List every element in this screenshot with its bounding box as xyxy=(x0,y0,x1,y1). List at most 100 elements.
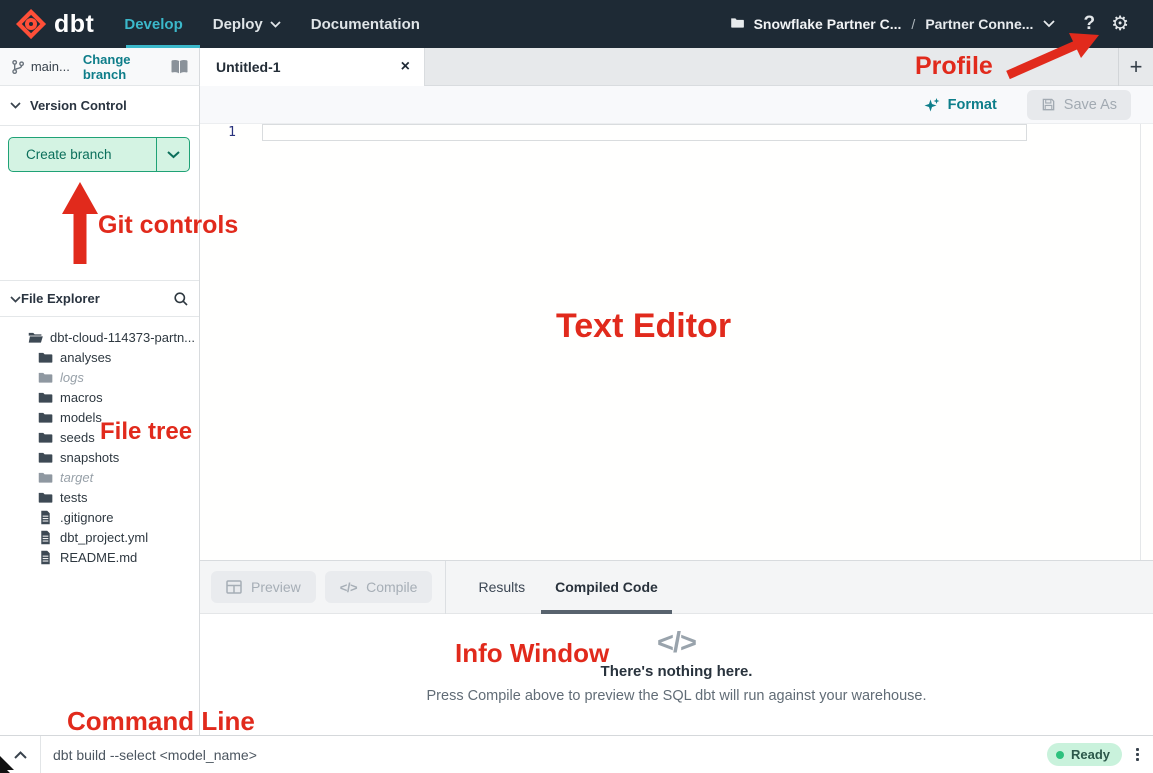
top-navbar: dbt Develop Deploy Documentation Snowfla… xyxy=(0,0,1153,48)
tree-item-snapshots[interactable]: snapshots xyxy=(0,447,199,467)
tree-item-target[interactable]: target xyxy=(0,467,199,487)
info-window: Preview </> Compile Results Compiled Cod… xyxy=(200,560,1153,735)
dbt-cloud-ide: dbt Develop Deploy Documentation Snowfla… xyxy=(0,0,1153,773)
folder-open-icon xyxy=(28,330,43,345)
folder-icon xyxy=(729,17,746,31)
folder-icon xyxy=(38,370,53,385)
tree-item--gitignore[interactable]: .gitignore xyxy=(0,507,199,527)
nav-develop[interactable]: Develop xyxy=(124,16,182,33)
tree-item-macros[interactable]: macros xyxy=(0,387,199,407)
gear-icon[interactable]: ⚙ xyxy=(1111,14,1129,34)
chevron-down-icon xyxy=(10,290,21,308)
chevron-up-icon xyxy=(14,751,27,759)
code-icon: </> xyxy=(340,580,357,595)
project-name[interactable]: Snowflake Partner C... xyxy=(754,16,902,32)
current-line-highlight xyxy=(262,124,1027,141)
tree-item-label: logs xyxy=(60,370,84,385)
tree-item-readme-md[interactable]: README.md xyxy=(0,547,199,567)
expand-command-bar-button[interactable] xyxy=(0,736,40,773)
preview-button[interactable]: Preview xyxy=(211,571,316,603)
empty-state-title: There's nothing here. xyxy=(200,663,1153,680)
environment-name[interactable]: Partner Conne... xyxy=(925,16,1033,32)
breadcrumb-separator: / xyxy=(911,16,915,32)
new-tab-button[interactable]: + xyxy=(1118,48,1153,86)
tree-item-label: target xyxy=(60,470,93,485)
tree-item-label: analyses xyxy=(60,350,111,365)
folder-icon xyxy=(38,410,53,425)
sparkle-icon xyxy=(924,97,940,113)
chevron-down-icon xyxy=(167,151,180,159)
format-button[interactable]: Format xyxy=(924,97,997,113)
dbt-logo-text: dbt xyxy=(54,10,94,39)
docs-book-icon[interactable] xyxy=(170,59,189,74)
tab-title: Untitled-1 xyxy=(216,59,281,75)
panel-header: Preview </> Compile Results Compiled Cod… xyxy=(200,560,1153,614)
search-icon[interactable] xyxy=(173,291,189,307)
folder-icon xyxy=(38,350,53,365)
nav-documentation[interactable]: Documentation xyxy=(311,16,420,33)
annotation-info-window: Info Window xyxy=(455,638,609,669)
file-explorer-header[interactable]: File Explorer xyxy=(0,280,199,317)
tree-item-label: README.md xyxy=(60,550,137,565)
folder-icon xyxy=(38,430,53,445)
save-icon xyxy=(1041,97,1056,112)
command-line-bar: Ready xyxy=(0,735,1153,773)
create-branch-dropdown[interactable] xyxy=(157,138,189,171)
help-icon[interactable]: ? xyxy=(1083,13,1095,35)
save-as-label: Save As xyxy=(1064,97,1117,113)
chevron-down-icon xyxy=(270,21,281,28)
preview-label: Preview xyxy=(251,579,301,595)
file-explorer-title: File Explorer xyxy=(21,291,100,306)
dbt-logo-icon xyxy=(14,8,48,40)
tree-item-logs[interactable]: logs xyxy=(0,367,199,387)
annotation-text-editor: Text Editor xyxy=(556,307,731,346)
file-icon xyxy=(38,510,53,525)
save-as-button[interactable]: Save As xyxy=(1027,90,1131,120)
close-tab-icon[interactable]: × xyxy=(401,58,410,76)
tree-item-dbt-cloud-114373-partn-[interactable]: dbt-cloud-114373-partn... xyxy=(0,327,199,347)
editor-tabbar: Untitled-1 × + xyxy=(200,48,1153,86)
status-label: Ready xyxy=(1071,747,1110,762)
navbar-right: Snowflake Partner C... / Partner Conne..… xyxy=(729,13,1153,35)
editor-toolbar: Format Save As xyxy=(200,86,1153,124)
git-branch-icon xyxy=(11,59,25,75)
tree-item-tests[interactable]: tests xyxy=(0,487,199,507)
tab-untitled-1[interactable]: Untitled-1 × xyxy=(200,48,425,86)
tree-item-label: snapshots xyxy=(60,450,119,465)
chevron-down-icon xyxy=(10,102,21,109)
branch-bar: main... Change branch xyxy=(0,48,200,86)
tree-item-analyses[interactable]: analyses xyxy=(0,347,199,367)
change-branch-link[interactable]: Change branch xyxy=(83,52,170,82)
code-icon: </> xyxy=(200,627,1153,660)
tree-item-label: models xyxy=(60,410,102,425)
nav-deploy[interactable]: Deploy xyxy=(213,16,281,33)
status-dot xyxy=(1056,751,1064,759)
tab-compiled-code[interactable]: Compiled Code xyxy=(541,561,672,614)
editor-scrollbar[interactable] xyxy=(1140,124,1141,560)
file-icon xyxy=(38,550,53,565)
environment-chevron-icon[interactable] xyxy=(1043,20,1055,28)
compile-label: Compile xyxy=(366,579,417,595)
tree-item-dbt-project-yml[interactable]: dbt_project.yml xyxy=(0,527,199,547)
annotation-file-tree: File tree xyxy=(100,418,192,446)
folder-icon xyxy=(38,470,53,485)
create-branch-label[interactable]: Create branch xyxy=(9,138,157,171)
dbt-logo[interactable]: dbt xyxy=(14,8,94,40)
compile-button[interactable]: </> Compile xyxy=(325,571,433,603)
create-branch-button[interactable]: Create branch xyxy=(8,137,190,172)
annotation-command-line: Command Line xyxy=(67,706,255,737)
table-icon xyxy=(226,580,242,594)
empty-state-subtitle: Press Compile above to preview the SQL d… xyxy=(200,688,1153,704)
sidebar: Version Control Create branch File Explo… xyxy=(0,86,200,735)
tree-item-label: .gitignore xyxy=(60,510,113,525)
file-tree: dbt-cloud-114373-partn... analyses logs mac… xyxy=(0,327,199,567)
tab-results[interactable]: Results xyxy=(464,561,539,614)
annotation-profile: Profile xyxy=(915,52,993,81)
kebab-menu-icon[interactable] xyxy=(1136,748,1139,761)
folder-icon xyxy=(38,490,53,505)
version-control-header[interactable]: Version Control xyxy=(0,86,199,126)
command-input[interactable] xyxy=(41,747,1047,763)
tree-item-label: macros xyxy=(60,390,103,405)
panel-divider xyxy=(445,561,446,614)
folder-icon xyxy=(38,390,53,405)
